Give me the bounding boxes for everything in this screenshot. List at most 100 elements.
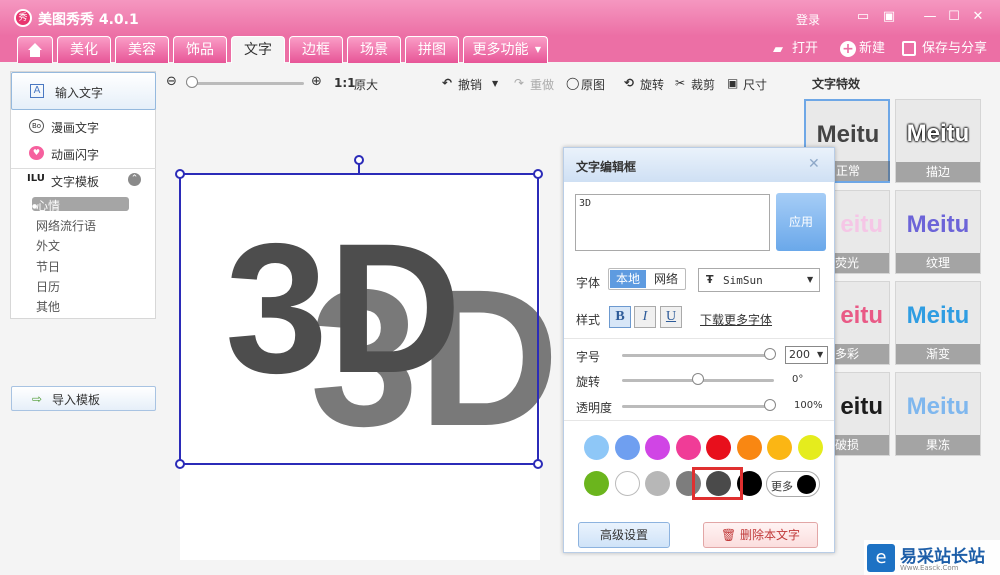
text-input[interactable]: 3D xyxy=(575,194,770,251)
effect-preview-word: Meitu xyxy=(906,211,970,238)
skin-icon[interactable]: ▣ xyxy=(881,10,897,24)
font-label: 字体 xyxy=(576,276,601,290)
rotate-button[interactable]: 旋转 xyxy=(640,76,664,93)
size-select[interactable]: 200 ▼ xyxy=(785,346,828,364)
effect-label: 渐变 xyxy=(896,344,980,364)
font-local-toggle[interactable]: 本地 xyxy=(610,270,646,288)
save-share-button[interactable]: 保存与分享 xyxy=(922,42,987,56)
collapse-icon[interactable]: ⌃ xyxy=(128,173,141,186)
tab-makeup[interactable]: 美容 xyxy=(115,36,169,63)
tab-scene[interactable]: 场景 xyxy=(347,36,401,63)
bold-button[interactable]: B xyxy=(609,306,631,328)
tab-more-features[interactable]: 更多功能 ▼ xyxy=(463,36,548,63)
sub-item-internet-slang[interactable]: 网络流行语 xyxy=(36,217,96,234)
color-swatch[interactable] xyxy=(614,471,640,496)
zoom-out-icon[interactable]: ⊖ xyxy=(166,74,177,89)
zoom-slider[interactable] xyxy=(186,82,304,85)
color-swatch[interactable] xyxy=(645,471,670,496)
rotate-value: 0° xyxy=(792,374,804,385)
input-text-button[interactable]: A 输入文字 xyxy=(11,72,156,110)
maximize-icon[interactable]: ☐ xyxy=(946,10,962,24)
tab-collage[interactable]: 拼图 xyxy=(405,36,459,63)
close-icon[interactable]: ✕ xyxy=(808,156,820,172)
redo-button[interactable]: 重做 xyxy=(530,76,554,93)
undo-icon: ↶ xyxy=(442,76,453,90)
apply-button[interactable]: 应用 xyxy=(776,193,826,251)
rotate-handle[interactable] xyxy=(354,155,364,165)
input-text-label: 输入文字 xyxy=(55,86,104,100)
zoom-in-icon[interactable]: ⊕ xyxy=(311,74,322,89)
sub-item-other[interactable]: 其他 xyxy=(36,298,60,315)
resize-handle-bl[interactable] xyxy=(175,459,185,469)
resize-handle-tl[interactable] xyxy=(175,169,185,179)
sub-item-holiday[interactable]: 节日 xyxy=(36,258,60,275)
watermark-logo-icon: e xyxy=(867,544,895,572)
opacity-slider-knob[interactable] xyxy=(764,399,776,411)
sub-item-foreign[interactable]: 外文 xyxy=(36,237,60,254)
resize-handle-br[interactable] xyxy=(533,459,543,469)
color-swatch[interactable] xyxy=(797,435,823,460)
minimize-icon[interactable]: — xyxy=(922,10,938,24)
feedback-icon[interactable]: ▭ xyxy=(855,10,871,24)
tab-accessories[interactable]: 饰品 xyxy=(173,36,227,63)
color-swatch[interactable] xyxy=(706,435,731,460)
effect-3[interactable]: Meitu 纹理 xyxy=(895,190,981,274)
color-swatch[interactable] xyxy=(767,435,792,460)
text-icon: A xyxy=(30,84,44,98)
comic-text-icon: Bo xyxy=(29,119,44,133)
crop-button[interactable]: 裁剪 xyxy=(691,76,715,93)
effect-7[interactable]: Meitu 果冻 xyxy=(895,372,981,456)
text-layer[interactable]: 3D 3D xyxy=(170,150,570,480)
color-swatch[interactable] xyxy=(584,471,609,496)
opacity-slider[interactable] xyxy=(622,405,770,408)
size-slider[interactable] xyxy=(622,354,770,357)
rotate-label: 旋转 xyxy=(576,375,601,389)
text-template-item[interactable]: 文字模板 xyxy=(51,173,99,190)
color-swatch[interactable] xyxy=(675,435,701,460)
font-select[interactable]: Ŧ SimSun ▼ xyxy=(698,268,820,292)
comic-text-item[interactable]: 漫画文字 xyxy=(51,119,99,136)
new-button[interactable]: 新建 xyxy=(859,42,885,56)
size-slider-knob[interactable] xyxy=(764,348,776,360)
color-swatch[interactable] xyxy=(614,435,640,460)
underline-button[interactable]: U xyxy=(660,306,682,328)
undo-button[interactable]: 撤销 xyxy=(458,76,482,93)
effect-1[interactable]: Meitu 描边 xyxy=(895,99,981,183)
chevron-down-icon: ▼ xyxy=(534,45,541,54)
font-net-toggle[interactable]: 网络 xyxy=(649,270,683,288)
template-icon: ILU xyxy=(27,173,45,184)
tab-frame[interactable]: 边框 xyxy=(289,36,343,63)
current-color-dot xyxy=(797,475,816,494)
tab-beautify[interactable]: 美化 xyxy=(57,36,111,63)
redo-icon: ↷ xyxy=(514,76,525,90)
trash-icon: 🗑 xyxy=(720,528,741,542)
close-icon[interactable]: ✕ xyxy=(970,10,986,24)
sub-item-mood[interactable]: 心情 xyxy=(36,197,60,214)
more-colors-button[interactable]: 更多 xyxy=(766,471,820,497)
italic-button[interactable]: I xyxy=(634,306,656,328)
color-swatch[interactable] xyxy=(645,435,670,460)
size-button[interactable]: 尺寸 xyxy=(743,76,767,93)
tab-home[interactable] xyxy=(17,36,53,63)
login-link[interactable]: 登录 xyxy=(796,11,820,28)
effect-preview-word: Meitu xyxy=(906,393,970,420)
resize-handle-tr[interactable] xyxy=(533,169,543,179)
download-fonts-link[interactable]: 下载更多字体 xyxy=(700,311,772,328)
original-size-button[interactable]: 原大 xyxy=(354,76,378,93)
rotate-slider-knob[interactable] xyxy=(692,373,704,385)
undo-dropdown-icon[interactable]: ▼ xyxy=(492,79,498,88)
original-button[interactable]: 原图 xyxy=(581,76,605,93)
color-swatch[interactable] xyxy=(584,435,609,460)
import-template-button[interactable]: ⇨ 导入模板 xyxy=(11,386,156,411)
animated-text-item[interactable]: 动画闪字 xyxy=(51,146,99,163)
advanced-settings-button[interactable]: 高级设置 xyxy=(578,522,670,548)
tab-text[interactable]: 文字 xyxy=(231,36,285,63)
zoom-1to1-button[interactable]: 1:1 xyxy=(334,76,356,90)
effect-5[interactable]: Meitu 渐变 xyxy=(895,281,981,365)
delete-text-button[interactable]: 🗑 删除本文字 xyxy=(703,522,818,548)
open-button[interactable]: 打开 xyxy=(792,42,818,56)
zoom-slider-knob[interactable] xyxy=(186,76,198,88)
sub-item-calendar[interactable]: 日历 xyxy=(36,278,60,295)
main-text: 3D xyxy=(225,206,462,412)
color-swatch[interactable] xyxy=(736,435,762,460)
